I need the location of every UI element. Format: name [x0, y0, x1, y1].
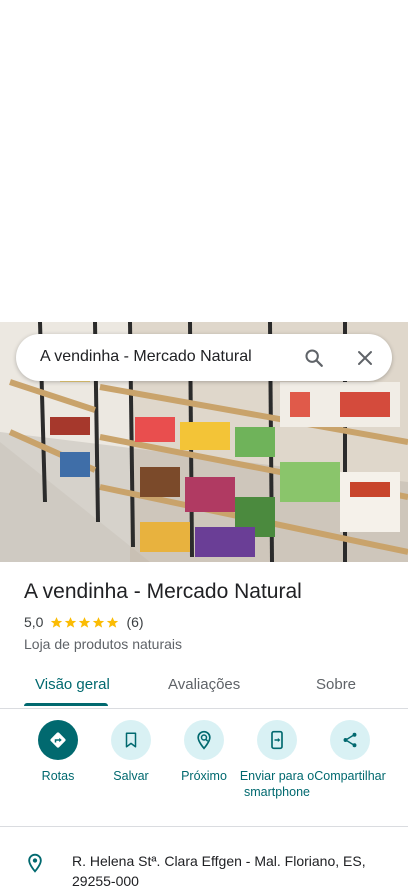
- send-to-phone-button[interactable]: Enviar para o smartphone: [239, 720, 315, 800]
- directions-button[interactable]: Rotas: [20, 720, 96, 784]
- search-icon: [305, 349, 323, 367]
- search-input[interactable]: A vendinha - Mercado Natural: [40, 348, 252, 366]
- tab-active-indicator: [24, 703, 108, 706]
- close-icon: [358, 351, 372, 365]
- star-icon: [79, 616, 91, 628]
- send-to-phone-icon: [271, 730, 283, 750]
- address-text[interactable]: R. Helena Stª. Clara Effgen - Mal. Flori…: [72, 851, 388, 891]
- nearby-icon: [197, 730, 211, 750]
- tab-overview[interactable]: Visão geral: [35, 676, 110, 693]
- nearby-button[interactable]: Próximo: [166, 720, 242, 784]
- rating-stars: [50, 616, 120, 629]
- map-blank-area: [0, 0, 408, 322]
- review-count[interactable]: (6): [126, 614, 143, 630]
- close-button[interactable]: [349, 342, 381, 374]
- share-icon: [343, 732, 357, 748]
- star-icon: [51, 616, 63, 628]
- directions-icon: [50, 732, 66, 748]
- nearby-label: Próximo: [181, 769, 227, 783]
- place-title: A vendinha - Mercado Natural: [24, 580, 302, 603]
- directions-label: Rotas: [41, 769, 75, 783]
- save-button[interactable]: Salvar: [93, 720, 169, 784]
- search-bar[interactable]: A vendinha - Mercado Natural: [16, 334, 392, 381]
- star-icon: [107, 616, 119, 628]
- star-icon: [93, 616, 105, 628]
- tab-about[interactable]: Sobre: [316, 676, 356, 693]
- share-button[interactable]: Compartilhar: [312, 720, 388, 784]
- rating-row[interactable]: 5,0 (6): [24, 614, 144, 630]
- tab-reviews[interactable]: Avaliações: [168, 676, 240, 693]
- share-label: Compartilhar: [314, 769, 386, 783]
- rating-value: 5,0: [24, 614, 44, 630]
- star-icon: [65, 616, 77, 628]
- save-label: Salvar: [113, 769, 149, 783]
- location-pin-icon: [25, 852, 45, 879]
- send-to-phone-label: Enviar para o smartphone: [239, 769, 315, 799]
- bookmark-icon: [125, 732, 137, 748]
- section-divider: [0, 826, 408, 827]
- search-button[interactable]: [298, 342, 330, 374]
- place-category[interactable]: Loja de produtos naturais: [24, 636, 182, 652]
